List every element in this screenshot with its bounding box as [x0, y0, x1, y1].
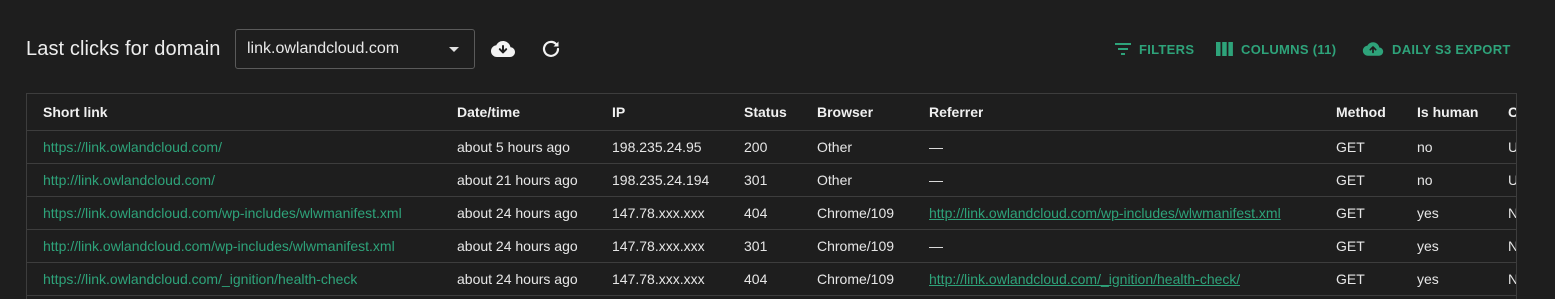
- refresh-icon: [542, 40, 560, 57]
- column-header-browser[interactable]: Browser: [817, 94, 873, 130]
- filter-icon: [1115, 43, 1131, 55]
- datetime-cell: about 5 hours ago: [457, 139, 570, 155]
- is-human-cell: yes: [1417, 205, 1439, 221]
- truncated-cell: N: [1508, 230, 1516, 262]
- domain-select[interactable]: link.owlandcloud.com: [235, 29, 475, 69]
- ip-cell: 198.235.24.194: [612, 172, 710, 188]
- filters-button[interactable]: FILTERS: [1115, 40, 1194, 58]
- daily-s3-export-button[interactable]: DAILY S3 EXPORT: [1362, 40, 1511, 58]
- column-header-datetime[interactable]: Date/time: [457, 94, 520, 130]
- is-human-cell: yes: [1417, 238, 1439, 254]
- method-cell: GET: [1336, 172, 1365, 188]
- short-link[interactable]: https://link.owlandcloud.com/wp-includes…: [43, 197, 402, 229]
- truncated-cell: U: [1508, 131, 1516, 163]
- short-link[interactable]: https://link.owlandcloud.com/_ignition/h…: [43, 263, 357, 295]
- is-human-cell: yes: [1417, 271, 1439, 287]
- browser-cell: Other: [817, 172, 853, 188]
- browser-cell: Chrome/109: [817, 205, 895, 221]
- referrer-cell: —: [929, 139, 943, 155]
- table-row: http://link.owlandcloud.com/ about 21 ho…: [27, 164, 1516, 197]
- status-cell: 404: [744, 205, 768, 221]
- truncated-cell: N: [1508, 197, 1516, 229]
- is-human-cell: no: [1417, 172, 1433, 188]
- columns-icon: [1216, 42, 1233, 56]
- referrer-link[interactable]: http://link.owlandcloud.com/wp-includes/…: [929, 197, 1281, 229]
- column-header-status[interactable]: Status: [744, 94, 787, 130]
- page-title: Last clicks for domain: [26, 38, 221, 60]
- table-row: http://link.owlandcloud.com/wp-includes/…: [27, 230, 1516, 263]
- table-row: https://link.owlandcloud.com/wp-includes…: [27, 197, 1516, 230]
- referrer-link[interactable]: http://link.owlandcloud.com/_ignition/he…: [929, 263, 1240, 295]
- datetime-cell: about 24 hours ago: [457, 271, 578, 287]
- ip-cell: 147.78.xxx.xxx: [612, 238, 705, 254]
- download-button[interactable]: [490, 37, 516, 61]
- table-header: Short link Date/time IP Status Browser R…: [27, 94, 1516, 131]
- datetime-cell: about 21 hours ago: [457, 172, 578, 188]
- cloud-upload-icon: [1362, 42, 1384, 56]
- column-header-short-link[interactable]: Short link: [43, 94, 108, 130]
- toolbar: Last clicks for domain link.owlandcloud.…: [0, 0, 1555, 93]
- ip-cell: 198.235.24.95: [612, 139, 702, 155]
- truncated-cell: N: [1508, 263, 1516, 295]
- domain-select-value: link.owlandcloud.com: [247, 40, 400, 57]
- status-cell: 301: [744, 238, 768, 254]
- column-header-is-human[interactable]: Is human: [1417, 94, 1478, 130]
- short-link[interactable]: http://link.owlandcloud.com/: [43, 164, 215, 196]
- short-link[interactable]: https://link.owlandcloud.com/: [43, 131, 222, 163]
- browser-cell: Chrome/109: [817, 238, 895, 254]
- column-header-method[interactable]: Method: [1336, 94, 1386, 130]
- column-header-truncated[interactable]: C: [1508, 94, 1516, 130]
- table-row: https://link.owlandcloud.com/ about 5 ho…: [27, 131, 1516, 164]
- export-label: DAILY S3 EXPORT: [1392, 41, 1511, 57]
- browser-cell: Other: [817, 139, 853, 155]
- short-link[interactable]: http://link.owlandcloud.com/wp-includes/…: [43, 230, 395, 262]
- clicks-table: Short link Date/time IP Status Browser R…: [26, 93, 1517, 299]
- table-row: https://link.owlandcloud.com/_ignition/h…: [27, 263, 1516, 296]
- referrer-cell: —: [929, 172, 943, 188]
- refresh-button[interactable]: [538, 37, 564, 61]
- method-cell: GET: [1336, 205, 1365, 221]
- status-cell: 301: [744, 172, 768, 188]
- ip-cell: 147.78.xxx.xxx: [612, 205, 705, 221]
- status-cell: 404: [744, 271, 768, 287]
- method-cell: GET: [1336, 139, 1365, 155]
- method-cell: GET: [1336, 271, 1365, 287]
- truncated-cell: U: [1508, 164, 1516, 196]
- referrer-cell: —: [929, 238, 943, 254]
- filters-label: FILTERS: [1139, 41, 1195, 57]
- column-header-ip[interactable]: IP: [612, 94, 625, 130]
- column-header-referrer[interactable]: Referrer: [929, 94, 983, 130]
- is-human-cell: no: [1417, 139, 1433, 155]
- method-cell: GET: [1336, 238, 1365, 254]
- browser-cell: Chrome/109: [817, 271, 895, 287]
- datetime-cell: about 24 hours ago: [457, 205, 578, 221]
- columns-label: COLUMNS (11): [1241, 41, 1337, 57]
- ip-cell: 147.78.xxx.xxx: [612, 271, 705, 287]
- datetime-cell: about 24 hours ago: [457, 238, 578, 254]
- cloud-download-icon: [491, 41, 515, 57]
- status-cell: 200: [744, 139, 768, 155]
- columns-button[interactable]: COLUMNS (11): [1216, 40, 1336, 58]
- caret-down-icon: [449, 47, 459, 52]
